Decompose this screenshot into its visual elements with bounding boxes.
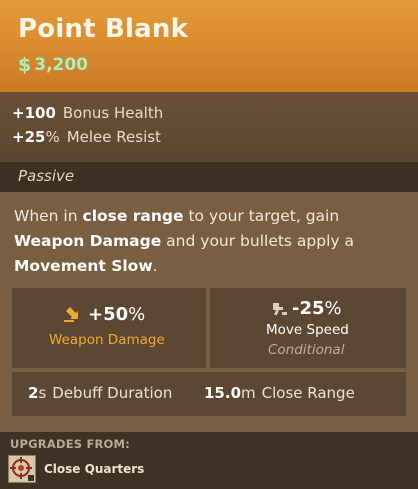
item-header: Point Blank $ 3,200 [0,0,418,92]
effect-value: -25% [270,298,342,319]
upgrades-heading: UPGRADES FROM: [10,437,130,451]
passive-body: When in close range to your target, gain… [0,192,418,432]
item-title: Point Blank [18,14,189,44]
passive-effects-grid: +50% Weapon Damage -25% Move Speed Condi… [12,288,406,416]
desc-keyword: Movement Slow [14,257,153,275]
effect-number: +50 [88,304,129,325]
desc-text: to your target, gain [183,207,340,225]
stat-melee-resist: +25% Melee Resist [12,128,161,146]
close-quarters-icon [8,455,36,483]
effect-extras: 2s Debuff Duration 15.0m Close Range [12,372,406,416]
extra-label: Close Range [261,384,355,402]
effect-number: -25 [292,298,325,319]
dollar-icon: $ [18,54,32,76]
effect-move-speed: -25% Move Speed Conditional [210,288,406,368]
movement-slow-icon [270,301,288,317]
desc-text: . [152,257,158,275]
extra-label: Debuff Duration [52,384,173,402]
effect-label: Weapon Damage [49,332,165,348]
upgrades-section: UPGRADES FROM: Close Quarters [0,432,418,489]
effect-unit: % [128,304,146,325]
base-stats: +100 Bonus Health +25% Melee Resist [0,92,418,162]
effect-weapon-damage: +50% Weapon Damage [12,288,206,368]
desc-keyword: Weapon Damage [14,232,162,250]
stat-value: +100 [12,104,56,122]
stat-bonus-health: +100 Bonus Health [12,104,163,122]
passive-label: Passive [18,167,75,185]
stat-label: Bonus Health [62,104,164,122]
passive-header: Passive [0,162,418,192]
stat-unit: % [45,128,60,146]
desc-text: When in [14,207,83,225]
upgrade-item-close-quarters[interactable]: Close Quarters [8,454,144,484]
desc-text: and your bullets apply a [161,232,355,250]
extra-unit: s [38,384,47,402]
weapon-damage-icon [64,306,84,323]
effect-value: +50% [64,304,145,325]
item-tooltip-card: Point Blank $ 3,200 +100 Bonus Health +2… [0,0,418,489]
upgrade-item-name: Close Quarters [44,462,145,476]
effect-condition: Conditional [268,342,345,358]
item-price-value: 3,200 [34,55,89,75]
desc-keyword: close range [82,207,184,225]
extra-unit: m [241,384,256,402]
stat-value: +25 [12,128,46,146]
stat-label: Melee Resist [66,128,161,146]
extra-value: 15.0 [204,384,242,402]
debuff-duration: 2s Debuff Duration [28,384,172,402]
passive-description: When in close range to your target, gain… [14,204,406,279]
effect-label: Move Speed [266,322,349,338]
close-range: 15.0m Close Range [204,384,355,402]
effect-unit: % [324,298,342,319]
extra-value: 2 [28,384,39,402]
item-price: $ 3,200 [18,54,88,76]
